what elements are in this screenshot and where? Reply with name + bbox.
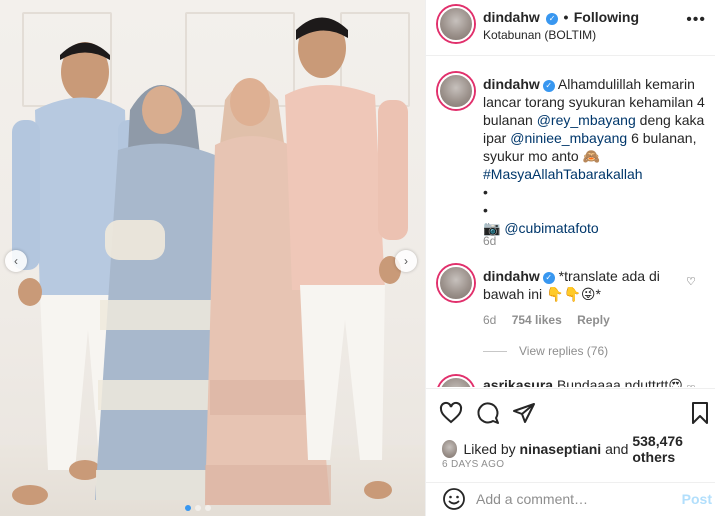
comment: dindahw ✓ *translate ada di bawah ini 👇👇😜… [483,267,688,303]
post-location[interactable]: Kotabunan (BOLTIM) [483,28,596,42]
mention-link[interactable]: @rey_mbayang [537,112,636,128]
caption-username[interactable]: dindahw [483,76,540,92]
comments-list: dindahw ✓ Alhamdulillah kemarin lancar to… [426,57,715,387]
author-avatar[interactable] [438,6,474,42]
post-photo[interactable]: ‹ › [0,0,425,516]
more-options-icon[interactable]: ••• [686,11,706,29]
comment-time[interactable]: 6d [483,313,496,327]
caption-bullet: • [483,184,488,200]
heart-icon[interactable] [439,401,463,425]
carousel-next-button[interactable]: › [395,250,417,272]
carousel-indicator [185,505,211,511]
liker-avatar[interactable] [442,440,458,458]
liker-username[interactable]: ninaseptiani [520,441,602,457]
photo-people [12,17,408,505]
view-replies-button[interactable]: View replies (76) [483,344,608,358]
comment-likes[interactable]: 754 likes [512,313,562,327]
post-date[interactable]: 6 DAYS AGO [442,459,504,470]
replies-line [483,350,507,352]
post-button[interactable]: Post [682,491,712,507]
chevron-right-icon: › [404,254,408,268]
caption-bullet: • [483,202,488,218]
verified-badge-icon: ✓ [542,272,555,284]
add-comment-bar: Post [426,482,715,516]
post-actions: Liked by ninaseptiani and 538,476 others… [426,388,715,516]
caption-time[interactable]: 6d [483,234,496,248]
comment: asrikasura Bundaaaa nduttrtt😍 [483,377,683,387]
comment-icon[interactable] [476,401,500,425]
carousel-dot [185,505,191,511]
caption: dindahw ✓ Alhamdulillah kemarin lancar to… [483,75,708,237]
comment-text: Bundaaaa nduttrtt😍 [556,377,683,387]
comment-avatar[interactable] [438,265,474,301]
hashtag-link[interactable]: #MasyaAllahTabarakallah [483,166,643,182]
carousel-dot [205,505,211,511]
share-icon[interactable] [512,401,536,425]
header-separator: • [563,9,569,25]
comment-input[interactable] [476,487,666,511]
verified-badge-icon: ✓ [546,13,559,25]
following-button[interactable]: Following [574,9,639,25]
caption-avatar[interactable] [438,73,474,109]
mention-link[interactable]: @niniee_mbayang [510,130,627,146]
author-username[interactable]: dindahw [483,9,540,25]
carousel-prev-button[interactable]: ‹ [5,250,27,272]
comment-username[interactable]: asrikasura [483,377,553,387]
comment-like-icon[interactable]: ♡ [686,275,696,288]
bookmark-icon[interactable] [688,401,712,425]
reply-button[interactable]: Reply [577,313,610,327]
comment-meta: 6d 754 likes Reply [483,313,610,327]
chevron-left-icon: ‹ [14,254,18,268]
likes-prefix: Liked by [463,441,520,457]
verified-badge-icon: ✓ [542,80,555,92]
carousel-dot [195,505,201,511]
view-replies-label: View replies (76) [519,344,609,358]
mention-link[interactable]: @cubimatafoto [504,220,598,236]
comment-username[interactable]: dindahw [483,268,540,284]
post-sidebar: dindahw ✓ • Following Kotabunan (BOLTIM)… [425,0,715,516]
post-header: dindahw ✓ • Following Kotabunan (BOLTIM)… [426,0,715,56]
likes-middle: and [601,441,633,457]
comment-like-icon[interactable]: ♡ [686,383,696,387]
emoji-icon[interactable] [442,487,466,511]
comment-avatar[interactable] [438,376,474,387]
likes-count[interactable]: 538,476 others [632,433,715,465]
